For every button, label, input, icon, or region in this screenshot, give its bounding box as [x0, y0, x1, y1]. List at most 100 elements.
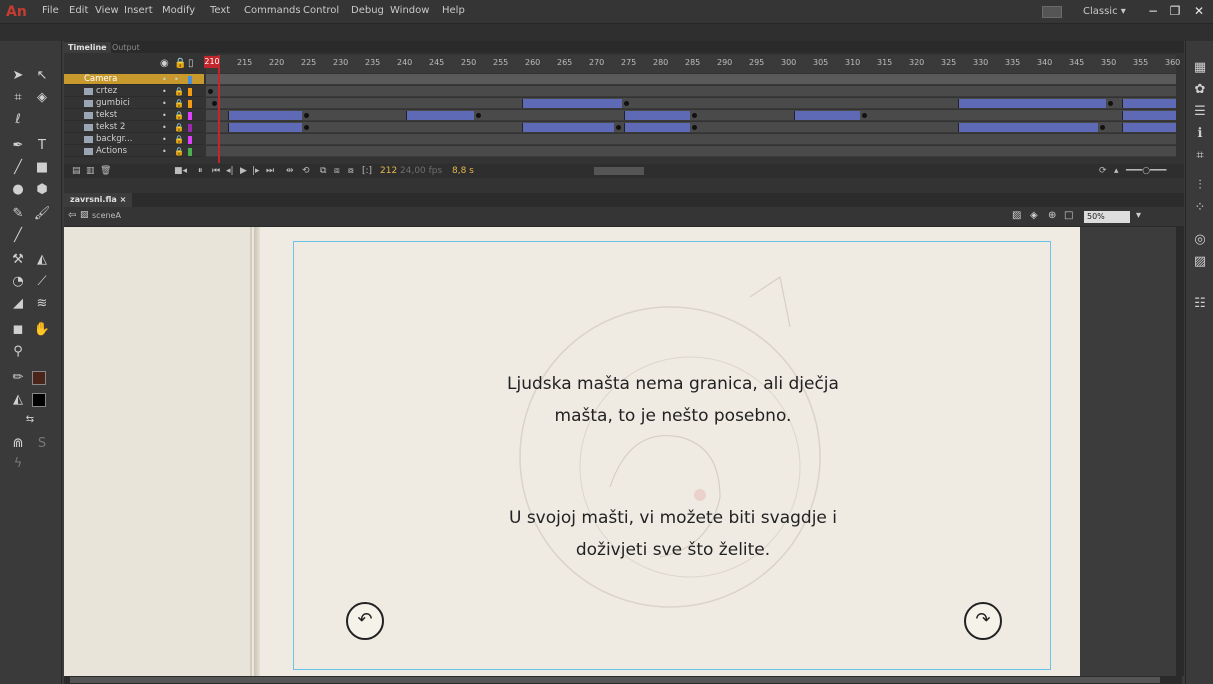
- motion-presets-icon[interactable]: ⁘: [1191, 199, 1209, 217]
- straighten-icon[interactable]: ϟ: [8, 455, 28, 473]
- info-icon[interactable]: ℹ: [1191, 125, 1209, 143]
- layer-color-chip[interactable]: [188, 136, 192, 144]
- menu-file[interactable]: File: [42, 5, 59, 16]
- oval-tool-icon[interactable]: ●: [8, 181, 28, 199]
- clip-content-icon[interactable]: □: [1064, 210, 1073, 221]
- close-button[interactable]: ✕: [1189, 2, 1209, 20]
- eyedropper-tool-icon[interactable]: ⟋: [32, 273, 52, 291]
- layer-color-chip[interactable]: [188, 88, 192, 96]
- stage-horizontal-scrollbar[interactable]: [64, 676, 1182, 684]
- fill-color-icon[interactable]: ◭: [8, 391, 28, 409]
- tween-span[interactable]: [1122, 123, 1176, 132]
- fps-readout[interactable]: 24,00 fps: [400, 166, 442, 176]
- tween-span[interactable]: [1122, 111, 1176, 120]
- minimize-button[interactable]: −: [1143, 2, 1163, 20]
- layer-color-chip[interactable]: [188, 76, 192, 84]
- stroke-color-swatch[interactable]: [32, 371, 46, 385]
- frames-crtez[interactable]: [206, 86, 1176, 97]
- menu-insert[interactable]: Insert: [124, 5, 153, 16]
- edit-scene-icon[interactable]: ▨: [1012, 210, 1021, 221]
- tab-timeline[interactable]: Timeline: [64, 42, 111, 53]
- story-text-line[interactable]: U svojoj mašti, vi možete biti svagdje i: [294, 504, 1052, 532]
- subselection-tool-icon[interactable]: ↖: [32, 67, 52, 85]
- width-tool-icon[interactable]: ≋: [32, 295, 52, 313]
- fill-color-swatch[interactable]: [32, 393, 46, 407]
- polystar-tool-icon[interactable]: ⬢: [32, 181, 52, 199]
- outline-all-layers-icon[interactable]: ▯: [188, 58, 194, 69]
- layer-background[interactable]: backgr... • 🔒: [64, 134, 204, 145]
- frames-tekst-2[interactable]: [206, 122, 1176, 133]
- workspace-switcher[interactable]: Classic ▾: [1083, 6, 1126, 17]
- tween-span[interactable]: [228, 111, 302, 120]
- frames-gumbici[interactable]: [206, 98, 1176, 109]
- layer-depth-icon[interactable]: ⏸: [198, 166, 203, 176]
- tween-span[interactable]: [958, 123, 1098, 132]
- keyframe[interactable]: [476, 113, 481, 118]
- sync-icon[interactable]: ⟳: [1099, 166, 1107, 176]
- maximize-button[interactable]: ❐: [1165, 2, 1185, 20]
- frames-background[interactable]: [206, 134, 1176, 145]
- stage-frame[interactable]: Ljudska mašta nema granica, ali dječja m…: [293, 241, 1051, 670]
- library-icon[interactable]: ⫶: [1191, 177, 1209, 195]
- frame-counter[interactable]: 212: [380, 166, 397, 176]
- onion-outline-icon[interactable]: ⧈: [334, 166, 340, 176]
- frames-camera[interactable]: [206, 74, 1176, 85]
- forward-button[interactable]: ↷: [964, 602, 1002, 640]
- frames-tekst[interactable]: [206, 110, 1176, 121]
- new-folder-icon[interactable]: ▥: [86, 166, 95, 176]
- bone-tool-icon[interactable]: ⚒: [8, 251, 28, 269]
- pen-tool-icon[interactable]: ✒: [8, 137, 28, 155]
- keyframe[interactable]: [208, 89, 213, 94]
- scene-name[interactable]: sceneA: [92, 211, 121, 220]
- story-text-line[interactable]: Ljudska mašta nema granica, ali dječja: [294, 370, 1052, 398]
- keyframe[interactable]: [1100, 125, 1105, 130]
- delete-layer-icon[interactable]: 🗑: [100, 166, 111, 176]
- pencil-tool-icon[interactable]: ✎: [8, 205, 28, 223]
- edit-symbols-icon[interactable]: ◈: [1030, 210, 1038, 221]
- current-frame-label[interactable]: 210: [204, 56, 220, 68]
- tween-span[interactable]: [624, 123, 690, 132]
- menu-text[interactable]: Text: [210, 5, 230, 16]
- visibility-dot-icon[interactable]: •: [162, 74, 167, 85]
- step-back-icon[interactable]: ◂|: [226, 166, 234, 176]
- keyframe[interactable]: [304, 125, 309, 130]
- frames-actions[interactable]: [206, 146, 1176, 157]
- visibility-dot-icon[interactable]: •: [162, 122, 167, 133]
- lock-icon[interactable]: 🔒: [174, 110, 184, 121]
- tween-span[interactable]: [1122, 99, 1176, 108]
- swap-colors-icon[interactable]: ⇆: [20, 411, 40, 429]
- go-to-last-frame-icon[interactable]: ⏭: [266, 166, 274, 176]
- menu-window[interactable]: Window: [390, 5, 429, 16]
- tween-span[interactable]: [228, 123, 302, 132]
- transform-icon[interactable]: ⌗: [1191, 147, 1209, 165]
- document-tab[interactable]: zavrsni.fla ×: [64, 193, 133, 207]
- lock-all-layers-icon[interactable]: 🔒: [174, 58, 186, 69]
- keyframe[interactable]: [624, 101, 629, 106]
- lock-icon[interactable]: 🔒: [174, 146, 184, 157]
- scene-icon[interactable]: ▨: [1191, 253, 1209, 271]
- layer-tekst[interactable]: tekst • 🔒: [64, 110, 204, 121]
- tween-span[interactable]: [522, 123, 614, 132]
- lock-icon[interactable]: 🔒: [174, 98, 184, 109]
- paint-bucket-tool-icon[interactable]: ◭: [32, 251, 52, 269]
- time-readout[interactable]: 8,8 s: [452, 166, 474, 176]
- layer-gumbici[interactable]: gumbici • 🔒: [64, 98, 204, 109]
- play-icon[interactable]: ▶: [240, 166, 247, 176]
- visibility-dot-icon[interactable]: •: [162, 86, 167, 97]
- visibility-dot-icon[interactable]: •: [162, 98, 167, 109]
- step-forward-icon[interactable]: |▸: [252, 166, 260, 176]
- edit-multiple-frames-icon[interactable]: ⧇: [348, 166, 354, 176]
- lock-icon[interactable]: 🔒: [174, 86, 184, 97]
- camera-toggle-icon[interactable]: ■◂: [174, 166, 187, 176]
- layer-actions[interactable]: Actions • 🔒: [64, 146, 204, 157]
- show-all-layers-icon[interactable]: ◉: [160, 58, 169, 69]
- eraser-tool-icon[interactable]: ◢: [8, 295, 28, 313]
- layer-crtez[interactable]: crtez • 🔒: [64, 86, 204, 97]
- ink-bottle-tool-icon[interactable]: ◔: [8, 273, 28, 291]
- zoom-out-frames-icon[interactable]: ▴: [1114, 166, 1119, 176]
- layer-color-chip[interactable]: [188, 124, 192, 132]
- tween-span[interactable]: [522, 99, 622, 108]
- stage-vertical-scrollbar[interactable]: [1176, 227, 1184, 676]
- properties-icon[interactable]: ☷: [1191, 295, 1209, 313]
- zoom-select[interactable]: 50%: [1084, 211, 1130, 223]
